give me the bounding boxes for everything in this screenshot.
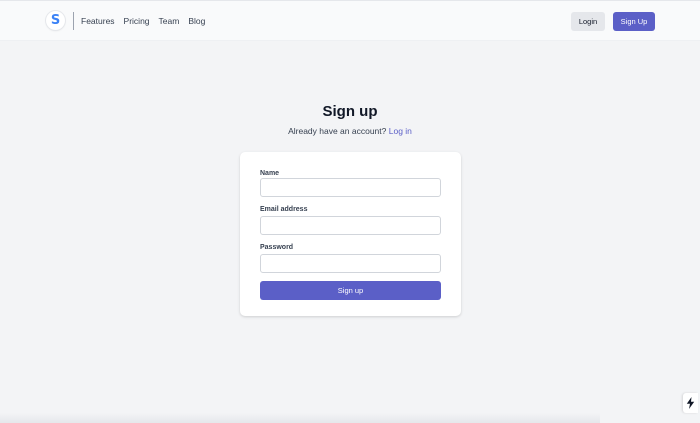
nav-divider bbox=[73, 12, 74, 30]
email-label: Email address bbox=[260, 206, 308, 213]
login-button[interactable]: Login bbox=[571, 12, 605, 31]
top-navbar: S Features Pricing Team Blog Login Sign … bbox=[0, 0, 700, 41]
login-prompt: Already have an account? Log in bbox=[0, 125, 700, 137]
password-label: Password bbox=[260, 244, 294, 251]
signup-form: Name Email address Password Sign up bbox=[240, 152, 461, 316]
signup-page: S Features Pricing Team Blog Login Sign … bbox=[0, 0, 700, 423]
s-logo-icon[interactable]: S bbox=[46, 11, 65, 30]
nav-link-blog[interactable]: Blog bbox=[188, 15, 205, 27]
login-prompt-text: Already have an account? bbox=[288, 126, 387, 136]
password-input[interactable] bbox=[260, 254, 441, 273]
signup-submit-button[interactable]: Sign up bbox=[260, 281, 441, 300]
signup-nav-button[interactable]: Sign Up bbox=[613, 12, 655, 31]
main-nav: Features Pricing Team Blog bbox=[81, 15, 214, 27]
bottom-scroll-shadow bbox=[0, 413, 600, 423]
name-input[interactable] bbox=[260, 178, 441, 197]
nav-link-pricing[interactable]: Pricing bbox=[124, 15, 150, 27]
lightning-bolt-svg bbox=[686, 397, 695, 409]
logo-letter: S bbox=[50, 13, 61, 28]
nav-link-team[interactable]: Team bbox=[159, 15, 180, 27]
lightning-bolt-icon[interactable] bbox=[683, 393, 698, 413]
login-link[interactable]: Log in bbox=[389, 126, 412, 136]
email-input[interactable] bbox=[260, 216, 441, 235]
name-label: Name bbox=[260, 170, 280, 177]
nav-link-features[interactable]: Features bbox=[81, 15, 115, 27]
page-title: Sign up bbox=[322, 103, 378, 120]
